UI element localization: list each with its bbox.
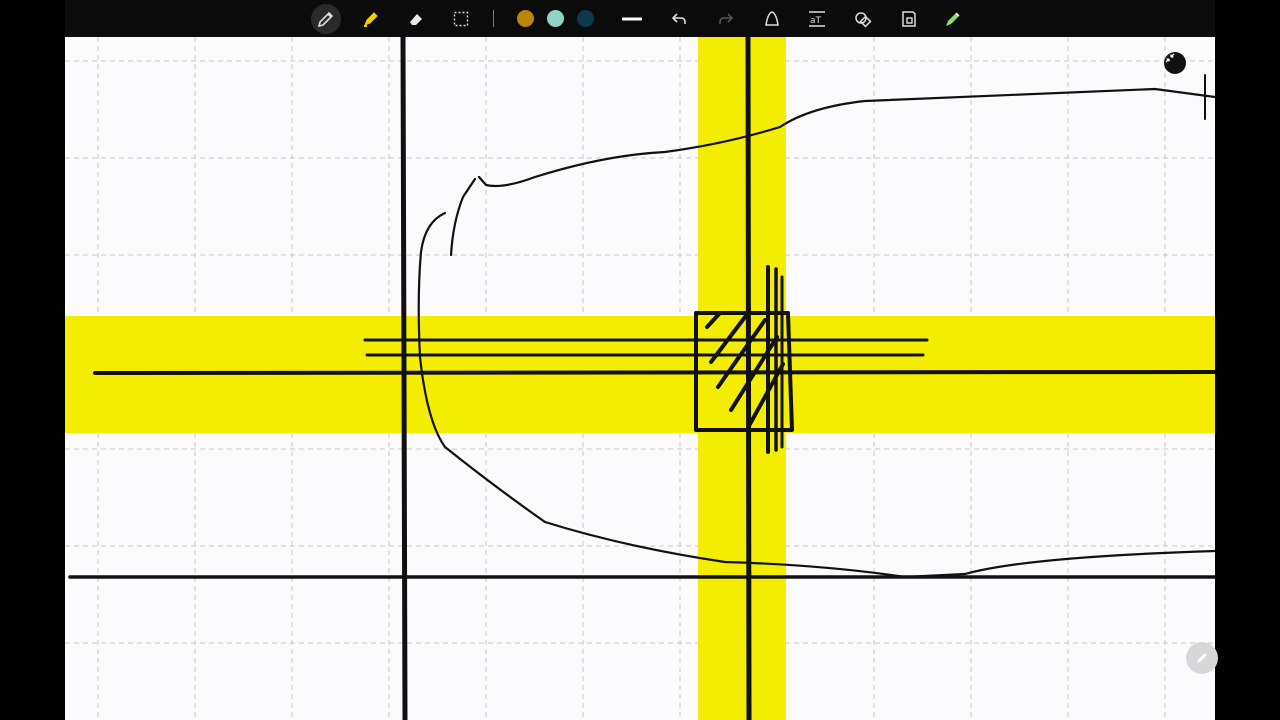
lasso-select-icon	[453, 11, 469, 27]
color-swatch-gold[interactable]	[517, 10, 534, 27]
color-swatch-navy[interactable]	[577, 10, 594, 27]
stroke-width-icon	[622, 17, 642, 21]
undo-button[interactable]	[664, 4, 694, 34]
laser-pointer-icon	[946, 12, 960, 26]
pen-tool-button[interactable]	[311, 4, 341, 34]
redo-icon	[719, 13, 734, 24]
main-vertical-line	[400, 37, 408, 720]
shapes-tool-button[interactable]	[848, 4, 878, 34]
pencil-icon	[1197, 653, 1207, 663]
undo-icon	[671, 13, 686, 24]
canvas-drawing	[65, 37, 1215, 720]
shapes-icon	[855, 12, 872, 28]
toolbar-divider	[493, 10, 494, 27]
app-window: aT	[0, 0, 1280, 720]
shape-icon	[765, 11, 779, 26]
edit-floating-button[interactable]	[1186, 642, 1218, 674]
main-horizontal-line	[93, 370, 1215, 375]
laser-pointer-button[interactable]	[938, 4, 968, 34]
image-icon	[902, 11, 916, 27]
svg-text:aT: aT	[810, 16, 822, 26]
eraser-tool-icon	[410, 14, 422, 25]
redo-button[interactable]	[711, 4, 741, 34]
text-tool-button[interactable]: aT	[802, 4, 832, 34]
highlighter-tool-button[interactable]	[356, 4, 386, 34]
eraser-tool-button[interactable]	[401, 4, 431, 34]
pen-tool-icon	[317, 11, 334, 28]
drawing-canvas[interactable]	[65, 37, 1215, 720]
color-swatch-teal[interactable]	[547, 10, 564, 27]
shape-tool-button[interactable]	[757, 4, 787, 34]
outline-top-left	[449, 177, 477, 257]
text-icon: aT	[809, 11, 825, 27]
highlighter-tool-icon	[364, 12, 378, 27]
lasso-select-button[interactable]	[446, 4, 476, 34]
collapse-button[interactable]	[1164, 52, 1186, 74]
outline-top	[477, 87, 1215, 188]
collapse-arrows-icon	[1165, 53, 1175, 63]
image-insert-button[interactable]	[894, 4, 924, 34]
stroke-width-button[interactable]	[617, 4, 647, 34]
drawing-toolbar: aT	[65, 0, 1215, 37]
